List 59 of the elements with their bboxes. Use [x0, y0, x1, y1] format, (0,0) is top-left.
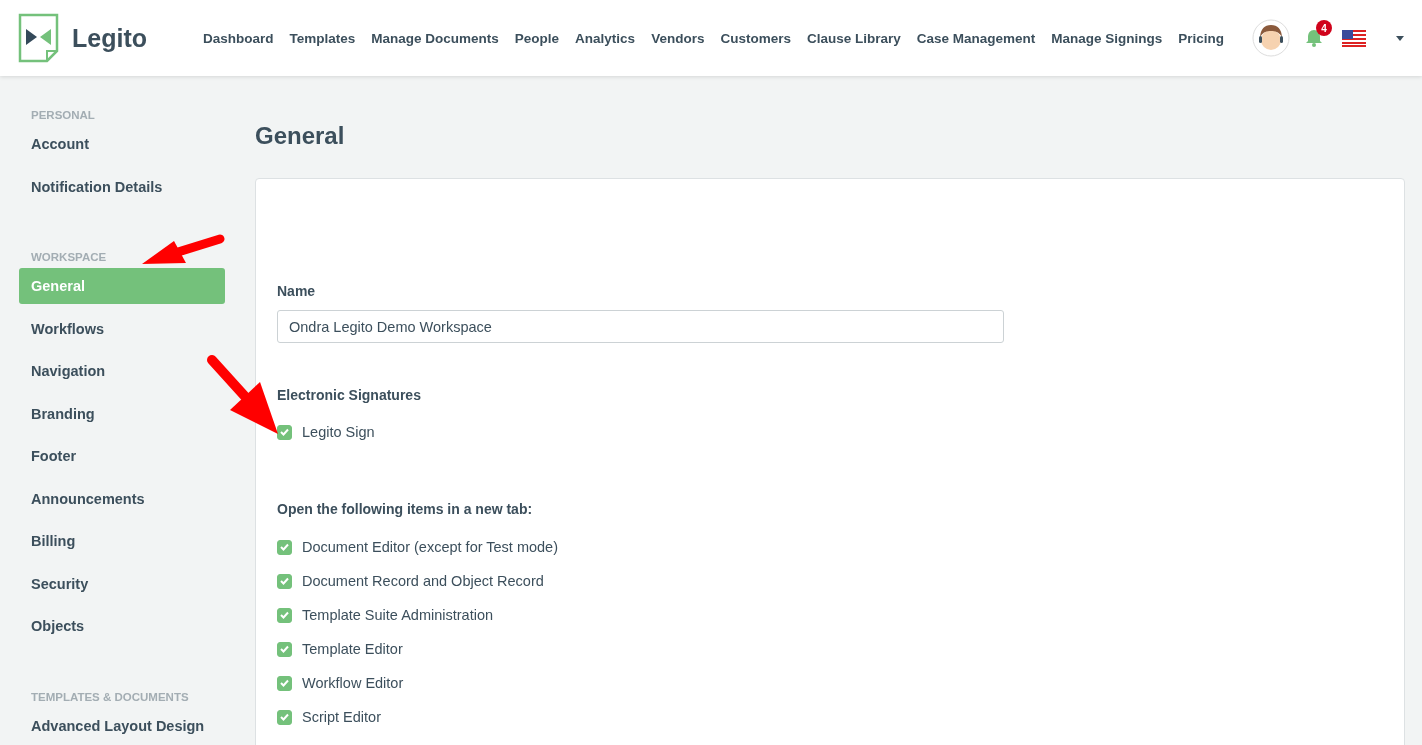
field-label: Name	[277, 283, 316, 299]
annotation-arrow-icon	[206, 354, 280, 436]
section-heading: PERSONAL	[30, 108, 96, 123]
check-icon	[280, 428, 289, 436]
logo-icon[interactable]	[18, 13, 60, 63]
nav-link[interactable]: Vendors	[651, 30, 705, 46]
sidebar-item[interactable]: Workflows	[19, 310, 225, 347]
check-icon	[280, 577, 289, 585]
section-heading: WORKSPACE	[30, 250, 108, 265]
checkbox-label: Document Record and Object Record	[302, 573, 544, 589]
sidebar-item[interactable]: Notification Details	[19, 168, 225, 205]
nav-link[interactable]: People	[514, 30, 560, 46]
nav-link[interactable]: Analytics	[575, 30, 636, 46]
nav-link[interactable]: Pricing	[1178, 30, 1225, 46]
checkbox[interactable]	[277, 709, 292, 725]
nav-link[interactable]: Manage Documents	[371, 30, 499, 46]
nav-link[interactable]: Customers	[720, 30, 791, 46]
checkbox-label: Template Editor	[302, 641, 403, 657]
nav-link[interactable]: Clause Library	[806, 30, 901, 46]
sidebar-item[interactable]: Footer	[19, 438, 225, 474]
checkbox[interactable]	[277, 539, 292, 555]
name-input[interactable]: Ondra Legito Demo Workspace	[277, 310, 1004, 343]
checkbox[interactable]	[277, 424, 292, 440]
logo-text[interactable]: Legito	[72, 23, 147, 53]
sidebar-item[interactable]: Announcements	[19, 480, 225, 517]
support-avatar-icon[interactable]	[1252, 19, 1290, 57]
sidebar-item[interactable]: Billing	[19, 523, 225, 559]
check-icon	[280, 713, 289, 721]
check-icon	[280, 611, 289, 619]
nav-link[interactable]: Case Management	[916, 30, 1036, 46]
checkbox-label: Script Editor	[302, 709, 381, 725]
caret-icon[interactable]	[1396, 35, 1404, 41]
checkbox[interactable]	[277, 675, 292, 691]
section-heading: TEMPLATES & DOCUMENTS	[30, 689, 190, 705]
nav-link[interactable]: Manage Signings	[1051, 30, 1163, 46]
sidebar-item[interactable]: Objects	[19, 608, 225, 644]
nav-link[interactable]: Templates	[289, 30, 356, 46]
checkbox[interactable]	[277, 573, 292, 589]
field-label: Open the following items in a new tab:	[277, 501, 533, 517]
checkbox-label: Document Editor (except for Test mode)	[302, 539, 558, 555]
flag-icon[interactable]	[1342, 29, 1366, 47]
sidebar-item[interactable]: Branding	[19, 395, 225, 432]
sidebar-item[interactable]: Advanced Layout Design	[19, 707, 225, 744]
checkbox[interactable]	[277, 607, 292, 623]
sidebar-item[interactable]: Navigation	[19, 353, 225, 389]
field-label: Electronic Signatures	[277, 387, 421, 403]
notification-badge: 4	[1316, 20, 1332, 36]
check-icon	[280, 543, 289, 551]
annotation-arrow-icon	[140, 233, 226, 265]
checkbox[interactable]	[277, 641, 292, 657]
nav-link[interactable]: Dashboard	[203, 30, 274, 46]
checkbox-label: Workflow Editor	[302, 675, 404, 691]
page-title: General	[255, 122, 346, 150]
check-icon	[280, 645, 289, 653]
sidebar-item[interactable]: Security	[19, 565, 225, 602]
checkbox-label: Template Suite Administration	[302, 607, 493, 623]
sidebar-item[interactable]: Account	[19, 126, 225, 162]
check-icon	[280, 679, 289, 687]
checkbox-label: Legito Sign	[302, 424, 375, 440]
